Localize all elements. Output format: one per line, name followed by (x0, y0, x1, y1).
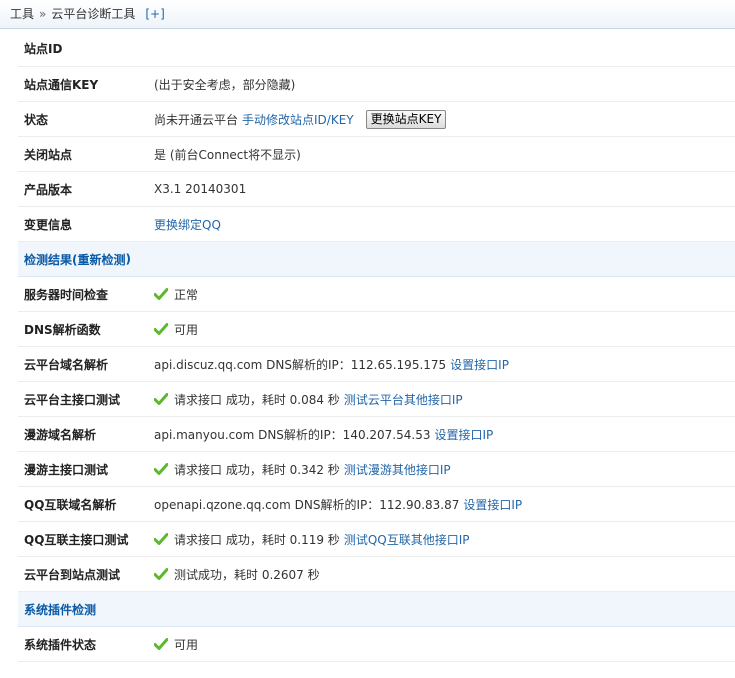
row-server-time: 服务器时间检查 正常 (18, 277, 735, 312)
breadcrumb: 工具 » 云平台诊断工具 [+] (0, 0, 735, 29)
site-id-label: 站点ID (24, 42, 63, 56)
qq-domain-label: QQ互联域名解析 (24, 497, 117, 512)
check-results-title: 检测结果( (24, 252, 78, 267)
recheck-link[interactable]: 重新检测 (78, 251, 126, 268)
qq-api-value: 请求接口 成功，耗时 0.119 秒 (174, 532, 340, 547)
check-icon (154, 568, 168, 580)
manyou-api-value-wrap: 请求接口 成功，耗时 0.342 秒 测试漫游其他接口IP (154, 461, 451, 478)
manyou-domain-value: api.manyou.com DNS解析的IP：140.207.54.53 (154, 427, 431, 442)
row-manyou-domain: 漫游域名解析 api.manyou.com DNS解析的IP：140.207.5… (18, 417, 735, 452)
row-site-id: 站点ID (18, 31, 735, 67)
breadcrumb-root[interactable]: 工具 (10, 7, 34, 21)
status-value: 尚未开通云平台 手动修改站点ID/KEY 更换站点KEY (154, 109, 447, 129)
row-site-key: 站点通信KEY (出于安全考虑，部分隐藏) (18, 67, 735, 102)
version-label: 产品版本 (24, 182, 73, 197)
qq-domain-value: openapi.qzone.qq.com DNS解析的IP：112.90.83.… (154, 497, 460, 512)
plugin-status-value: 可用 (174, 637, 199, 652)
site-key-value: (出于安全考虑，部分隐藏) (154, 77, 296, 92)
cloud-domain-value-wrap: api.discuz.qq.com DNS解析的IP：112.65.195.17… (154, 356, 509, 373)
server-time-value-wrap: 正常 (154, 286, 198, 303)
row-cloud-api: 云平台主接口测试 请求接口 成功，耗时 0.084 秒 测试云平台其他接口IP (18, 382, 735, 417)
row-version: 产品版本 X3.1 20140301 (18, 172, 735, 207)
manyou-test-other-link[interactable]: 测试漫游其他接口IP (344, 461, 451, 478)
check-icon (154, 638, 168, 650)
server-time-value: 正常 (174, 287, 199, 302)
manyou-domain-value-wrap: api.manyou.com DNS解析的IP：140.207.54.53 设置… (154, 426, 493, 443)
cloud-domain-label: 云平台域名解析 (24, 357, 109, 372)
check-icon (154, 393, 168, 405)
close-site-label: 关闭站点 (24, 147, 73, 162)
manyou-domain-label: 漫游域名解析 (24, 427, 97, 442)
qq-set-ip-link[interactable]: 设置接口IP (463, 496, 522, 513)
edit-site-id-key-link[interactable]: 手动修改站点ID/KEY (242, 111, 354, 128)
manyou-api-label: 漫游主接口测试 (24, 462, 109, 477)
dns-func-value: 可用 (174, 322, 199, 337)
cloud-api-value-wrap: 请求接口 成功，耗时 0.084 秒 测试云平台其他接口IP (154, 391, 463, 408)
cloud-to-site-value: 测试成功，耗时 0.2607 秒 (174, 567, 320, 582)
row-dns-func: DNS解析函数 可用 (18, 312, 735, 347)
change-info-label: 变更信息 (24, 217, 73, 232)
plugin-status-value-wrap: 可用 (154, 636, 198, 653)
check-icon (154, 323, 168, 335)
plugin-status-label: 系统插件状态 (24, 637, 97, 652)
row-change-info: 变更信息 更换绑定QQ (18, 207, 735, 242)
qq-domain-value-wrap: openapi.qzone.qq.com DNS解析的IP：112.90.83.… (154, 496, 522, 513)
breadcrumb-current: 云平台诊断工具 (51, 7, 136, 21)
cloud-test-other-link[interactable]: 测试云平台其他接口IP (344, 391, 463, 408)
row-qq-domain: QQ互联域名解析 openapi.qzone.qq.com DNS解析的IP：1… (18, 487, 735, 522)
manyou-api-value: 请求接口 成功，耗时 0.342 秒 (174, 462, 340, 477)
check-icon (154, 463, 168, 475)
version-value: X3.1 20140301 (154, 182, 247, 196)
qq-api-value-wrap: 请求接口 成功，耗时 0.119 秒 测试QQ互联其他接口IP (154, 531, 469, 548)
cloud-set-ip-link[interactable]: 设置接口IP (450, 356, 509, 373)
cloud-api-label: 云平台主接口测试 (24, 392, 121, 407)
change-site-key-button[interactable]: 更换站点KEY (365, 109, 447, 129)
breadcrumb-add-link[interactable]: [+] (145, 7, 164, 21)
plugin-check-title: 系统插件检测 (24, 602, 97, 617)
row-plugin-status: 系统插件状态 可用 (18, 627, 735, 662)
diagnostics-panel: 站点ID 站点通信KEY (出于安全考虑，部分隐藏) 状态 尚未开通云平台 手动… (0, 31, 735, 662)
check-icon (154, 533, 168, 545)
server-time-label: 服务器时间检查 (24, 287, 109, 302)
row-manyou-api: 漫游主接口测试 请求接口 成功，耗时 0.342 秒 测试漫游其他接口IP (18, 452, 735, 487)
qq-test-other-link[interactable]: 测试QQ互联其他接口IP (344, 531, 470, 548)
status-text: 尚未开通云平台 (154, 112, 239, 127)
row-cloud-domain: 云平台域名解析 api.discuz.qq.com DNS解析的IP：112.6… (18, 347, 735, 382)
close-site-value: 是 (前台Connect将不显示) (154, 147, 301, 162)
cloud-to-site-value-wrap: 测试成功，耗时 0.2607 秒 (154, 566, 320, 583)
cloud-api-value: 请求接口 成功，耗时 0.084 秒 (174, 392, 340, 407)
breadcrumb-separator: » (39, 7, 47, 21)
manyou-set-ip-link[interactable]: 设置接口IP (434, 426, 493, 443)
check-icon (154, 288, 168, 300)
site-key-label: 站点通信KEY (24, 77, 99, 92)
qq-api-label: QQ互联主接口测试 (24, 532, 129, 547)
change-info-value: 更换绑定QQ (154, 216, 221, 233)
row-cloud-to-site: 云平台到站点测试 测试成功，耗时 0.2607 秒 (18, 557, 735, 592)
rebind-qq-link[interactable]: 更换绑定QQ (154, 216, 221, 233)
plugin-check-header: 系统插件检测 (18, 592, 735, 627)
cloud-to-site-label: 云平台到站点测试 (24, 567, 121, 582)
check-results-header: 检测结果(重新检测) (18, 242, 735, 277)
check-results-close: ) (125, 252, 131, 266)
row-close-site: 关闭站点 是 (前台Connect将不显示) (18, 137, 735, 172)
status-label: 状态 (24, 112, 49, 127)
dns-func-value-wrap: 可用 (154, 321, 198, 338)
row-qq-api: QQ互联主接口测试 请求接口 成功，耗时 0.119 秒 测试QQ互联其他接口I… (18, 522, 735, 557)
cloud-domain-value: api.discuz.qq.com DNS解析的IP：112.65.195.17… (154, 357, 447, 372)
row-status: 状态 尚未开通云平台 手动修改站点ID/KEY 更换站点KEY (18, 102, 735, 137)
dns-func-label: DNS解析函数 (24, 322, 101, 337)
